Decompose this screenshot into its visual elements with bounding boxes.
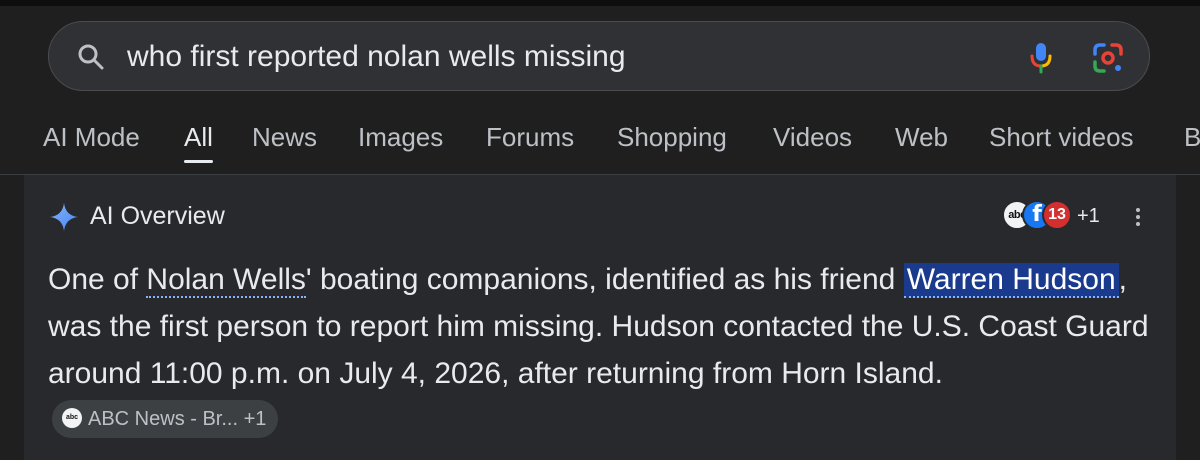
more-sources-count[interactable]: +1 [1077, 203, 1100, 229]
tab-news[interactable]: News [252, 118, 317, 156]
tab-all[interactable]: All [184, 118, 213, 163]
nolan-wells-link[interactable]: Nolan Wells [146, 263, 306, 298]
tab-videos[interactable]: Videos [773, 118, 852, 156]
ai-overview-answer: One of Nolan Wells' boating companions, … [48, 256, 1158, 444]
tab-ai-mode[interactable]: AI Mode [43, 118, 140, 156]
channel-13-icon[interactable]: 13 [1042, 200, 1072, 230]
ai-overview-title: AI Overview [90, 202, 225, 230]
sparkle-icon [50, 203, 78, 231]
microphone-icon[interactable] [1023, 39, 1059, 75]
warren-hudson-link[interactable]: Warren Hudson [903, 263, 1119, 298]
citation-chip[interactable]: abc ABC News - Br... +1 [52, 400, 279, 439]
tab-books-partial[interactable]: B [1184, 118, 1200, 156]
tab-all-label: All [184, 122, 213, 152]
search-tabs: AI Mode All News Images Forums Shopping … [0, 118, 1200, 174]
google-lens-icon[interactable] [1091, 41, 1125, 75]
answer-text: One of [48, 263, 147, 296]
search-icon[interactable] [77, 43, 105, 71]
active-tab-indicator [184, 160, 213, 163]
answer-text: ' boating companions, identified as his … [305, 263, 904, 296]
search-bar[interactable]: who first reported nolan wells missing [48, 21, 1150, 91]
tab-forums[interactable]: Forums [486, 118, 574, 156]
tab-web[interactable]: Web [895, 118, 948, 156]
status-bar [0, 0, 1200, 6]
search-input[interactable]: who first reported nolan wells missing [127, 40, 626, 74]
tab-short-videos[interactable]: Short videos [989, 118, 1134, 156]
more-options-icon[interactable] [1128, 205, 1148, 229]
abc-news-icon: abc [62, 407, 82, 428]
citation-label: ABC News - Br... +1 [88, 408, 267, 431]
tab-images[interactable]: Images [358, 118, 443, 156]
tab-shopping[interactable]: Shopping [617, 118, 727, 156]
